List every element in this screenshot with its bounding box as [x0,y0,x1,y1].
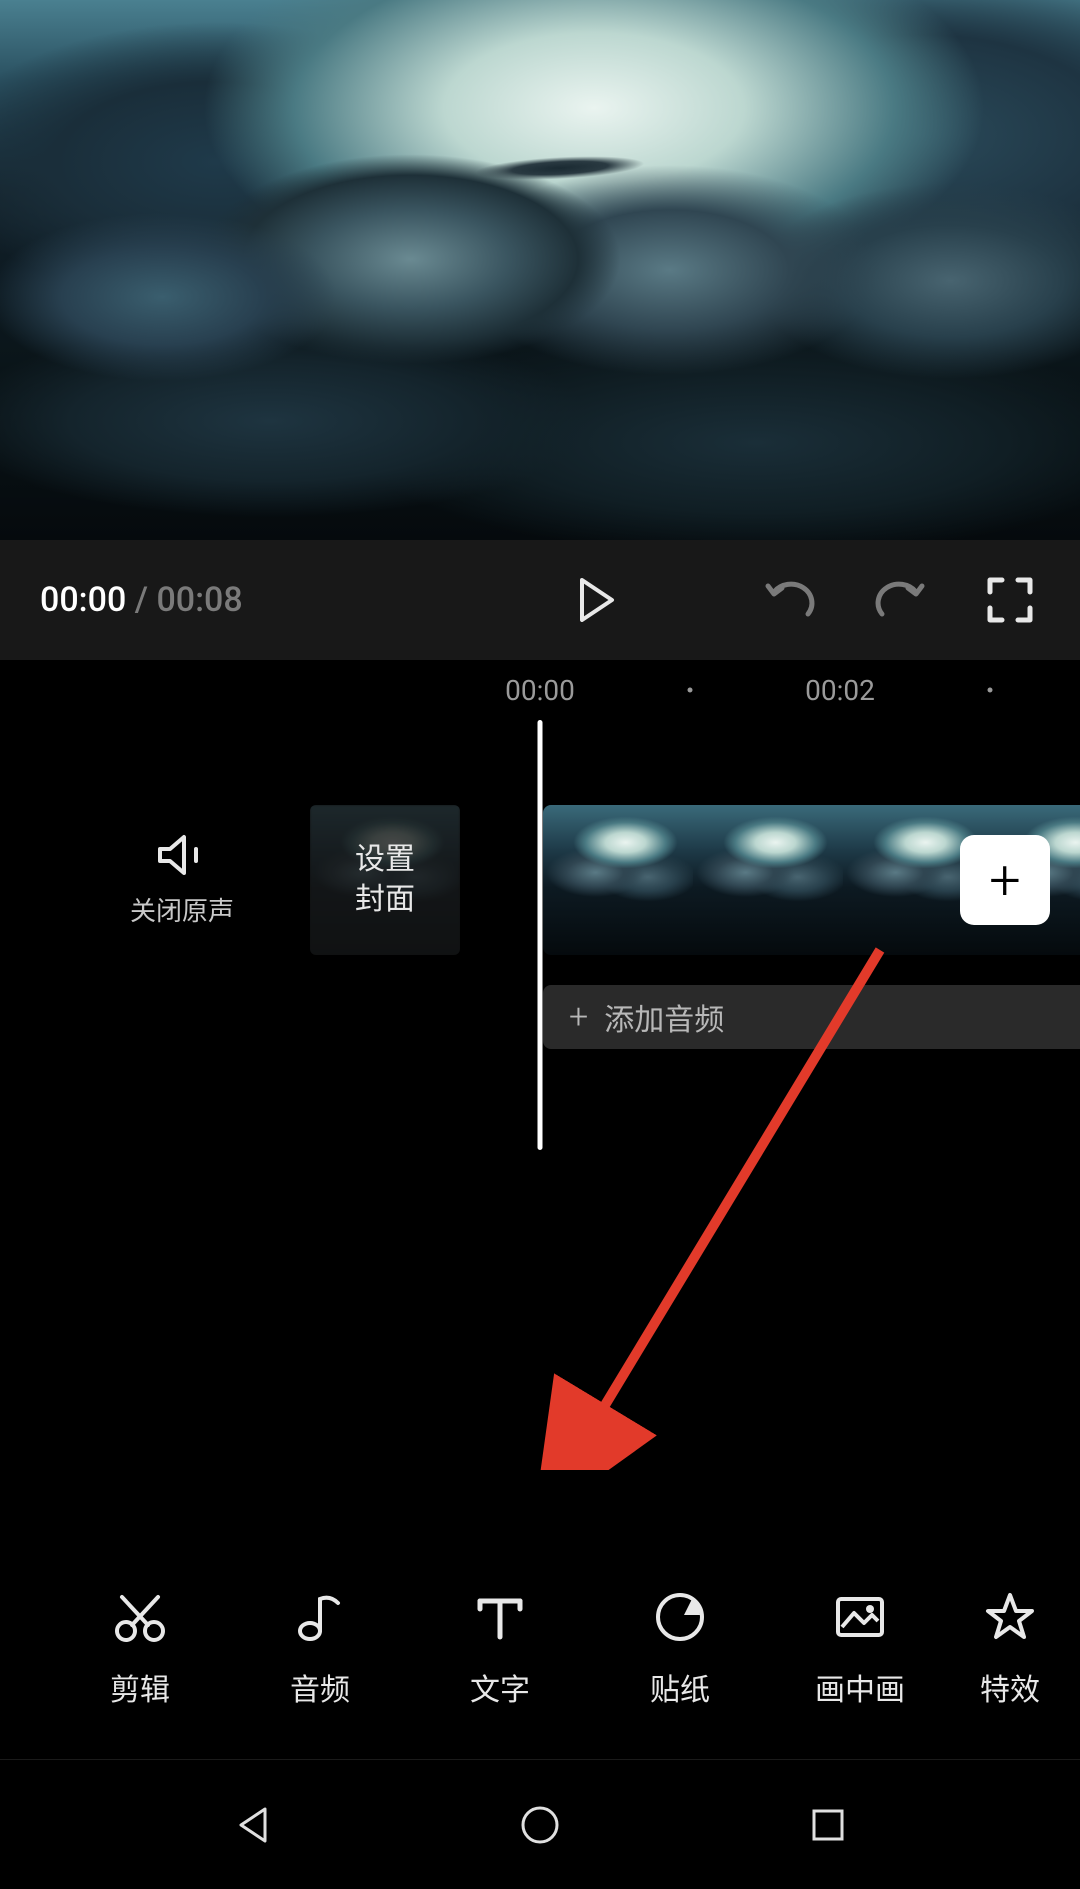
clip-thumb [693,805,843,955]
tool-label: 剪辑 [110,1665,170,1709]
video-preview[interactable] [0,0,1080,540]
tool-text[interactable]: 文字 [410,1589,590,1709]
plus-icon: + [989,852,1021,908]
fullscreen-button[interactable] [980,570,1040,630]
plus-icon: + [569,997,588,1037]
tool-audio[interactable]: 音频 [230,1589,410,1709]
tool-label: 贴纸 [650,1665,710,1709]
text-icon [472,1589,528,1645]
bottom-toolbar: 剪辑 音频 文字 贴纸 [0,1564,1080,1734]
fullscreen-icon [986,576,1034,624]
time-display: 00:00 / 00:08 [40,580,243,620]
ruler-dot [688,688,693,693]
nav-home-button[interactable] [505,1790,575,1860]
cover-label-line2: 封面 [355,882,415,917]
play-icon [576,578,616,622]
time-separator: / [126,580,156,620]
scissors-icon [112,1589,168,1645]
redo-icon [874,578,926,622]
time-ruler[interactable]: 00:00 00:02 [0,660,1080,720]
music-note-icon [292,1589,348,1645]
add-audio-label: 添加音频 [604,995,724,1039]
tool-label: 画中画 [815,1665,905,1709]
tool-cut[interactable]: 剪辑 [50,1589,230,1709]
square-icon [804,1801,852,1849]
cover-label-line1: 设置 [355,842,415,877]
nav-back-button[interactable] [218,1790,288,1860]
total-time: 00:08 [156,580,242,620]
tool-effects[interactable]: 特效 [950,1589,1070,1709]
android-navbar [0,1759,1080,1889]
picture-in-picture-icon [832,1589,888,1645]
current-time: 00:00 [40,580,126,620]
add-clip-button[interactable]: + [960,835,1050,925]
tool-label: 特效 [980,1665,1040,1709]
cover-label: 设置 封面 [355,840,415,921]
clip-thumb [543,805,693,955]
triangle-back-icon [229,1801,277,1849]
mute-label: 关闭原声 [130,891,234,928]
playhead[interactable] [538,720,543,1150]
circle-icon [516,1801,564,1849]
ruler-dot [988,688,993,693]
ruler-mark-1: 00:02 [805,674,875,707]
add-audio-button[interactable]: + 添加音频 [543,985,1080,1049]
nav-recent-button[interactable] [793,1790,863,1860]
tool-sticker[interactable]: 贴纸 [590,1589,770,1709]
ruler-mark-0: 00:00 [505,674,575,707]
speaker-icon [156,833,208,877]
play-button[interactable] [552,556,640,644]
playback-controls: 00:00 / 00:08 [0,540,1080,660]
tool-label: 音频 [290,1665,350,1709]
star-icon [982,1589,1038,1645]
tool-label: 文字 [470,1665,530,1709]
set-cover-button[interactable]: 设置 封面 [310,805,460,955]
undo-button[interactable] [760,570,820,630]
timeline-area: 00:00 00:02 关闭原声 设置 封面 [0,660,1080,1440]
preview-frame-clouds [0,0,1080,540]
undo-icon [764,578,816,622]
redo-button[interactable] [870,570,930,630]
sticker-icon [652,1589,708,1645]
tool-pip[interactable]: 画中画 [770,1589,950,1709]
mute-original-sound-button[interactable]: 关闭原声 [130,833,234,928]
